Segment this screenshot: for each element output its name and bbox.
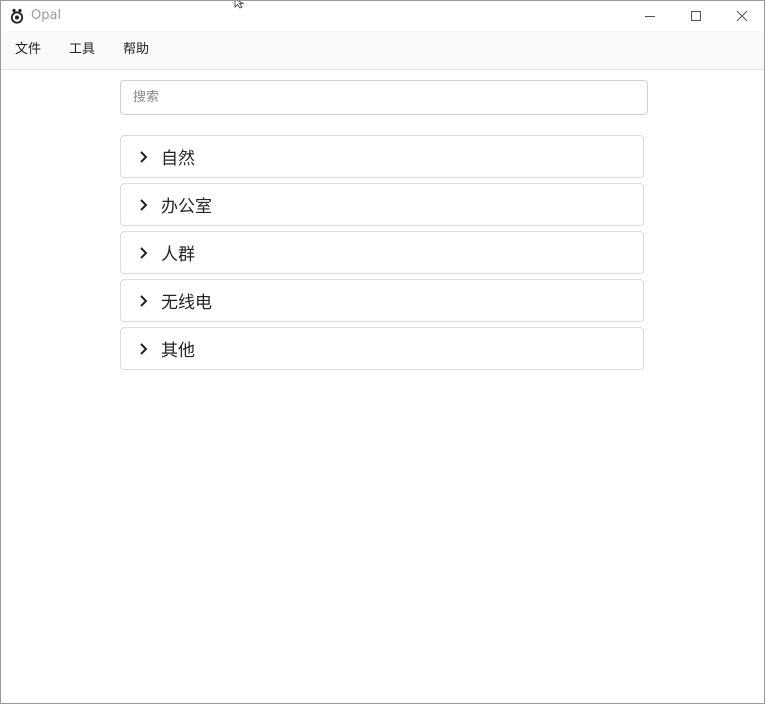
minimize-icon <box>645 16 655 17</box>
title-bar[interactable]: Opal <box>1 1 764 31</box>
search-input[interactable] <box>120 80 648 115</box>
close-button[interactable] <box>719 1 764 31</box>
close-icon <box>736 10 748 22</box>
category-radio[interactable]: 无线电 <box>120 279 644 322</box>
category-label: 自然 <box>161 149 195 169</box>
menu-file[interactable]: 文件 <box>1 31 55 69</box>
category-crowd[interactable]: 人群 <box>120 231 644 274</box>
window-title: Opal <box>31 8 62 23</box>
chevron-right-icon <box>139 342 151 356</box>
maximize-button[interactable] <box>673 1 719 31</box>
menu-bar: 文件 工具 帮助 <box>1 31 764 70</box>
category-nature[interactable]: 自然 <box>120 135 644 178</box>
maximize-icon <box>691 11 701 21</box>
chevron-right-icon <box>139 150 151 164</box>
chevron-right-icon <box>139 246 151 260</box>
category-label: 其他 <box>161 341 195 361</box>
menu-tools[interactable]: 工具 <box>55 31 109 69</box>
opal-app-icon <box>10 8 24 24</box>
chevron-right-icon <box>139 198 151 212</box>
category-label: 人群 <box>161 245 195 265</box>
chevron-right-icon <box>139 294 151 308</box>
mouse-cursor-icon <box>234 1 245 9</box>
category-list: 自然 办公室 人群 无线电 其他 <box>120 135 644 375</box>
category-label: 办公室 <box>161 197 212 217</box>
minimize-button[interactable] <box>627 1 673 31</box>
menu-help[interactable]: 帮助 <box>109 31 163 69</box>
category-office[interactable]: 办公室 <box>120 183 644 226</box>
app-window: Opal 文件 工具 帮助 自然 <box>0 0 765 704</box>
category-other[interactable]: 其他 <box>120 327 644 370</box>
category-label: 无线电 <box>161 293 212 313</box>
